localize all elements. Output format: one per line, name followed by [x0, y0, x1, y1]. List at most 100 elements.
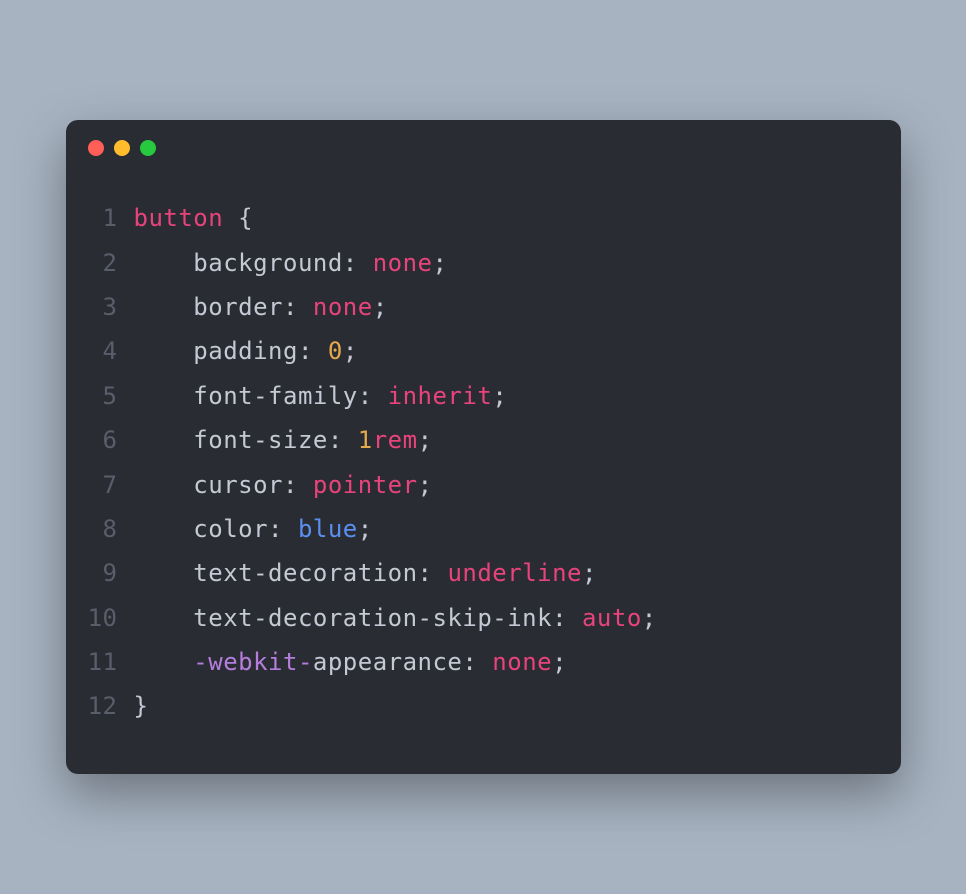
- code-line: 6 font-size: 1rem;: [86, 418, 871, 462]
- titlebar: [66, 120, 901, 166]
- token-semicolon: ;: [433, 249, 448, 277]
- line-number: 5: [86, 374, 134, 418]
- line-content: }: [134, 684, 871, 728]
- token-semicolon: ;: [343, 337, 358, 365]
- token-default: [313, 337, 328, 365]
- token-brace: {: [238, 204, 253, 232]
- token-default: [134, 249, 194, 277]
- line-content: button {: [134, 196, 871, 240]
- line-content: text-decoration-skip-ink: auto;: [134, 596, 871, 640]
- token-value-keyword: underline: [447, 559, 582, 587]
- token-default: [134, 293, 194, 321]
- line-number: 11: [86, 640, 134, 684]
- token-default: [567, 604, 582, 632]
- token-default: [134, 648, 194, 676]
- token-default: [477, 648, 492, 676]
- token-semicolon: ;: [358, 515, 373, 543]
- token-semicolon: ;: [373, 293, 388, 321]
- code-line: 11 -webkit-appearance: none;: [86, 640, 871, 684]
- line-number: 9: [86, 551, 134, 595]
- token-selector: button: [134, 204, 224, 232]
- token-colon: :: [268, 515, 283, 543]
- token-property: background: [193, 249, 343, 277]
- line-number: 7: [86, 463, 134, 507]
- token-value-keyword: none: [492, 648, 552, 676]
- token-brace: }: [134, 692, 149, 720]
- token-property: padding: [193, 337, 298, 365]
- token-property: font-size: [193, 426, 328, 454]
- token-unit: rem: [373, 426, 418, 454]
- token-default: [134, 515, 194, 543]
- token-colon: :: [298, 337, 313, 365]
- token-value-keyword: auto: [582, 604, 642, 632]
- token-default: [433, 559, 448, 587]
- line-number: 3: [86, 285, 134, 329]
- token-property: cursor: [193, 471, 283, 499]
- token-semicolon: ;: [492, 382, 507, 410]
- minimize-icon[interactable]: [114, 140, 130, 156]
- line-content: text-decoration: underline;: [134, 551, 871, 595]
- line-content: -webkit-appearance: none;: [134, 640, 871, 684]
- maximize-icon[interactable]: [140, 140, 156, 156]
- line-content: font-family: inherit;: [134, 374, 871, 418]
- code-line: 8 color: blue;: [86, 507, 871, 551]
- token-default: [223, 204, 238, 232]
- line-number: 10: [86, 596, 134, 640]
- line-number: 12: [86, 684, 134, 728]
- line-content: color: blue;: [134, 507, 871, 551]
- token-semicolon: ;: [418, 471, 433, 499]
- line-number: 2: [86, 241, 134, 285]
- token-default: [134, 382, 194, 410]
- code-line: 4 padding: 0;: [86, 329, 871, 373]
- token-default: [373, 382, 388, 410]
- token-default: [134, 426, 194, 454]
- token-colon: :: [418, 559, 433, 587]
- token-semicolon: ;: [642, 604, 657, 632]
- line-content: background: none;: [134, 241, 871, 285]
- token-default: [134, 471, 194, 499]
- close-icon[interactable]: [88, 140, 104, 156]
- token-value-keyword: none: [373, 249, 433, 277]
- code-line: 7 cursor: pointer;: [86, 463, 871, 507]
- token-color-word: blue: [298, 515, 358, 543]
- token-semicolon: ;: [418, 426, 433, 454]
- token-default: [134, 559, 194, 587]
- token-number: 0: [328, 337, 343, 365]
- code-line: 9 text-decoration: underline;: [86, 551, 871, 595]
- token-property: text-decoration: [193, 559, 417, 587]
- token-colon: :: [462, 648, 477, 676]
- token-value-keyword: none: [313, 293, 373, 321]
- token-colon: :: [358, 382, 373, 410]
- code-line: 5 font-family: inherit;: [86, 374, 871, 418]
- code-line: 3 border: none;: [86, 285, 871, 329]
- line-number: 1: [86, 196, 134, 240]
- token-semicolon: ;: [552, 648, 567, 676]
- line-number: 4: [86, 329, 134, 373]
- code-line: 1button {: [86, 196, 871, 240]
- token-number: 1: [358, 426, 373, 454]
- token-property: text-decoration-skip-ink: [193, 604, 552, 632]
- line-number: 6: [86, 418, 134, 462]
- token-colon: :: [328, 426, 343, 454]
- token-default: [358, 249, 373, 277]
- token-value-keyword: pointer: [313, 471, 418, 499]
- token-property: font-family: [193, 382, 357, 410]
- token-default: [298, 293, 313, 321]
- token-default: [343, 426, 358, 454]
- token-colon: :: [283, 471, 298, 499]
- code-line: 10 text-decoration-skip-ink: auto;: [86, 596, 871, 640]
- line-content: padding: 0;: [134, 329, 871, 373]
- line-content: font-size: 1rem;: [134, 418, 871, 462]
- line-content: cursor: pointer;: [134, 463, 871, 507]
- token-colon: :: [552, 604, 567, 632]
- token-vendor: -webkit-: [193, 648, 313, 676]
- token-property: appearance: [313, 648, 463, 676]
- token-default: [134, 337, 194, 365]
- token-default: [298, 471, 313, 499]
- code-area[interactable]: 1button {2 background: none;3 border: no…: [66, 166, 901, 774]
- line-number: 8: [86, 507, 134, 551]
- token-value-keyword: inherit: [388, 382, 493, 410]
- token-semicolon: ;: [582, 559, 597, 587]
- line-content: border: none;: [134, 285, 871, 329]
- token-property: color: [193, 515, 268, 543]
